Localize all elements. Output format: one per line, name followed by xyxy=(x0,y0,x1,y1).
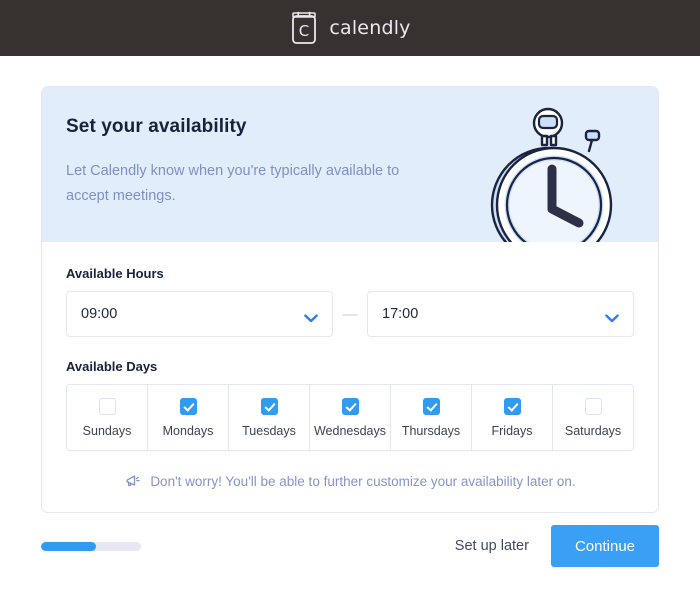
stopwatch-illustration xyxy=(476,105,636,242)
calendly-calendar-icon: C xyxy=(289,11,319,45)
checkbox-unchecked-icon[interactable] xyxy=(98,398,116,415)
available-hours-label: Available Hours xyxy=(66,266,164,281)
checkbox-unchecked-icon[interactable] xyxy=(584,398,602,415)
available-days-label: Available Days xyxy=(66,359,158,374)
day-label: Saturdays xyxy=(564,424,622,438)
checkbox-checked-icon[interactable] xyxy=(260,398,278,415)
page-title: Set your availability xyxy=(66,116,247,137)
svg-text:C: C xyxy=(299,22,309,40)
megaphone-icon xyxy=(124,473,141,490)
calendly-wordmark: calendly xyxy=(329,17,411,39)
day-label: Thursdays xyxy=(401,424,461,438)
day-cell-mondays[interactable]: Mondays xyxy=(147,385,228,450)
day-cell-wednesdays[interactable]: Wednesdays xyxy=(309,385,390,450)
continue-button[interactable]: Continue xyxy=(550,525,659,567)
availability-card: Set your availability Let Calendly know … xyxy=(41,86,659,513)
card-hero: Set your availability Let Calendly know … xyxy=(42,87,658,242)
day-label: Sundays xyxy=(82,424,132,438)
day-cell-sundays[interactable]: Sundays xyxy=(67,385,147,450)
end-time-value: 17:00 xyxy=(382,306,419,322)
day-label: Wednesdays xyxy=(313,424,387,438)
day-label: Tuesdays xyxy=(242,424,296,438)
checkbox-checked-icon[interactable] xyxy=(503,398,521,415)
checkbox-checked-icon[interactable] xyxy=(341,398,359,415)
time-range-separator: — xyxy=(342,305,358,323)
availability-hint: Don't worry! You'll be able to further c… xyxy=(66,473,634,490)
top-bar: C calendly xyxy=(0,0,700,56)
available-hours-row: 09:00 — 17:00 xyxy=(66,291,634,337)
available-days-row: Sundays Mondays Tuesdays Wednesdays Thursday… xyxy=(66,384,634,451)
day-cell-saturdays[interactable]: Saturdays xyxy=(552,385,633,450)
day-label: Fridays xyxy=(491,424,533,438)
start-time-value: 09:00 xyxy=(81,306,118,322)
chevron-down-icon xyxy=(304,310,318,322)
footer-actions: Set up later Continue xyxy=(455,525,659,567)
day-label: Mondays xyxy=(162,424,214,438)
chevron-down-icon xyxy=(605,310,619,322)
checkbox-checked-icon[interactable] xyxy=(179,398,197,415)
day-cell-fridays[interactable]: Fridays xyxy=(471,385,552,450)
end-time-select[interactable]: 17:00 xyxy=(367,291,634,337)
day-cell-tuesdays[interactable]: Tuesdays xyxy=(228,385,309,450)
card-body: Available Hours 09:00 — 17:00 Available … xyxy=(42,242,658,512)
wizard-footer: Set up later Continue xyxy=(41,519,659,573)
start-time-select[interactable]: 09:00 xyxy=(66,291,333,337)
day-cell-thursdays[interactable]: Thursdays xyxy=(390,385,471,450)
page-subtitle: Let Calendly know when you're typically … xyxy=(66,163,400,204)
progress-bar-fill xyxy=(41,541,96,551)
set-up-later-link[interactable]: Set up later xyxy=(455,538,529,554)
availability-hint-text: Don't worry! You'll be able to further c… xyxy=(150,474,576,489)
progress-bar xyxy=(41,541,141,551)
checkbox-checked-icon[interactable] xyxy=(422,398,440,415)
